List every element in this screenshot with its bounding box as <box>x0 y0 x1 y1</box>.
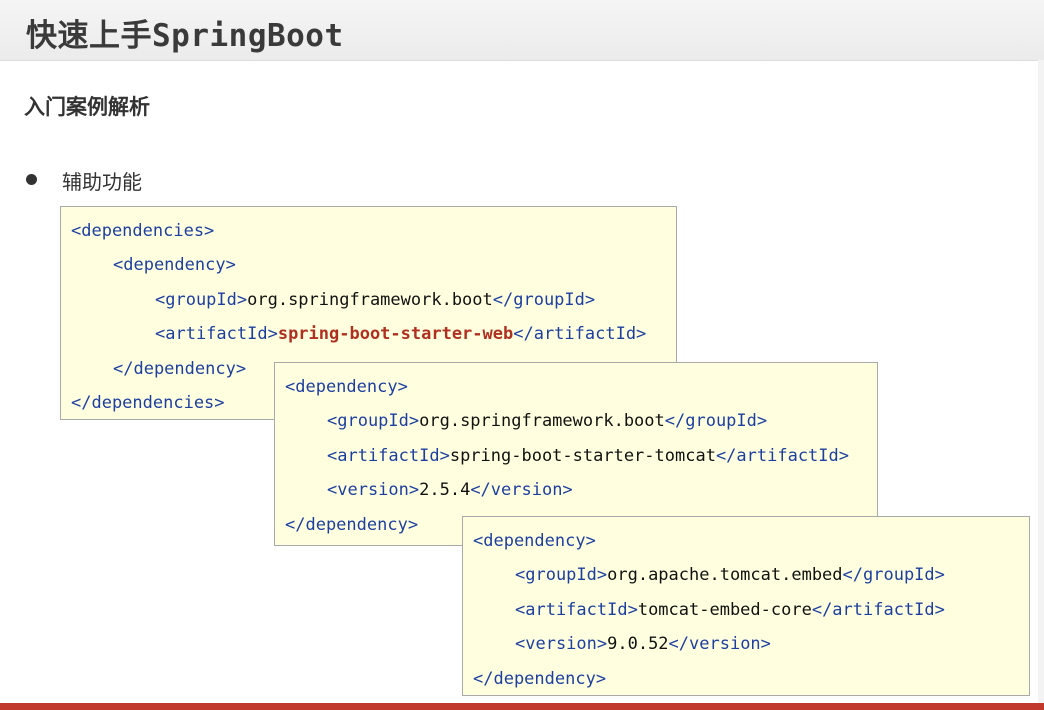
code-box-tomcat-embed: <dependency> <groupId>org.apache.tomcat.… <box>462 516 1030 696</box>
xml-tag: </artifactId> <box>513 324 647 344</box>
code-line: </dependency> <box>113 358 246 380</box>
xml-tag: <dependency> <box>285 377 408 397</box>
xml-tag: <dependency> <box>473 531 596 551</box>
xml-tag: </dependencies> <box>71 393 225 413</box>
section-subtitle: 入门案例解析 <box>24 95 150 119</box>
code-line: <artifactId>tomcat-embed-core</artifactI… <box>515 599 945 621</box>
xml-tag: <groupId> <box>515 565 608 585</box>
code-line: <artifactId>spring-boot-starter-tomcat</… <box>327 445 849 467</box>
bullet-icon <box>26 174 37 185</box>
code-line: <dependency> <box>113 254 236 276</box>
xml-tag: <artifactId> <box>155 324 278 344</box>
xml-tag: <version> <box>327 480 420 500</box>
xml-tag: </groupId> <box>664 411 768 431</box>
code-line: </dependency> <box>285 514 418 536</box>
xml-tag: </groupId> <box>492 290 596 310</box>
xml-tag: </artifactId> <box>715 446 849 466</box>
xml-value: org.springframework.boot <box>419 411 665 431</box>
page-title: 快速上手SpringBoot <box>26 18 344 54</box>
code-line: <dependency> <box>285 376 408 398</box>
xml-tag: <groupId> <box>327 411 420 431</box>
xml-value: 9.0.52 <box>607 634 669 654</box>
code-line: <groupId>org.springframework.boot</group… <box>155 289 595 311</box>
xml-tag: <artifactId> <box>515 600 638 620</box>
xml-value: org.apache.tomcat.embed <box>607 565 843 585</box>
xml-value: 2.5.4 <box>419 480 471 500</box>
xml-tag: </version> <box>668 634 771 654</box>
xml-tag: </dependency> <box>285 515 419 535</box>
xml-tag: <artifactId> <box>327 446 450 466</box>
xml-tag: </artifactId> <box>811 600 945 620</box>
code-line: <version>2.5.4</version> <box>327 479 573 501</box>
code-line: </dependencies> <box>71 392 225 414</box>
xml-tag: </dependency> <box>473 669 607 689</box>
xml-tag: <groupId> <box>155 290 248 310</box>
xml-value: spring-boot-starter-tomcat <box>449 446 716 466</box>
code-line: <dependencies> <box>71 220 214 242</box>
slide-header: 快速上手SpringBoot <box>0 0 1044 61</box>
xml-tag: <dependency> <box>113 255 236 275</box>
right-edge <box>1038 60 1044 703</box>
code-line: </dependency> <box>473 668 606 690</box>
xml-tag: <dependencies> <box>71 221 215 241</box>
xml-tag: </groupId> <box>842 565 945 585</box>
code-line: <groupId>org.apache.tomcat.embed</groupI… <box>515 564 945 586</box>
xml-value: org.springframework.boot <box>247 290 493 310</box>
xml-value: tomcat-embed-core <box>637 600 812 620</box>
xml-tag: <version> <box>515 634 608 654</box>
xml-value: spring-boot-starter-web <box>277 324 514 344</box>
code-line: <artifactId>spring-boot-starter-web</art… <box>155 323 646 345</box>
bottom-accent-bar <box>0 703 1044 710</box>
code-line: <groupId>org.springframework.boot</group… <box>327 410 767 432</box>
xml-tag: </dependency> <box>113 359 247 379</box>
bullet-text: 辅助功能 <box>62 170 142 194</box>
code-line: <dependency> <box>473 530 596 552</box>
xml-tag: </version> <box>470 480 573 500</box>
code-line: <version>9.0.52</version> <box>515 633 771 655</box>
